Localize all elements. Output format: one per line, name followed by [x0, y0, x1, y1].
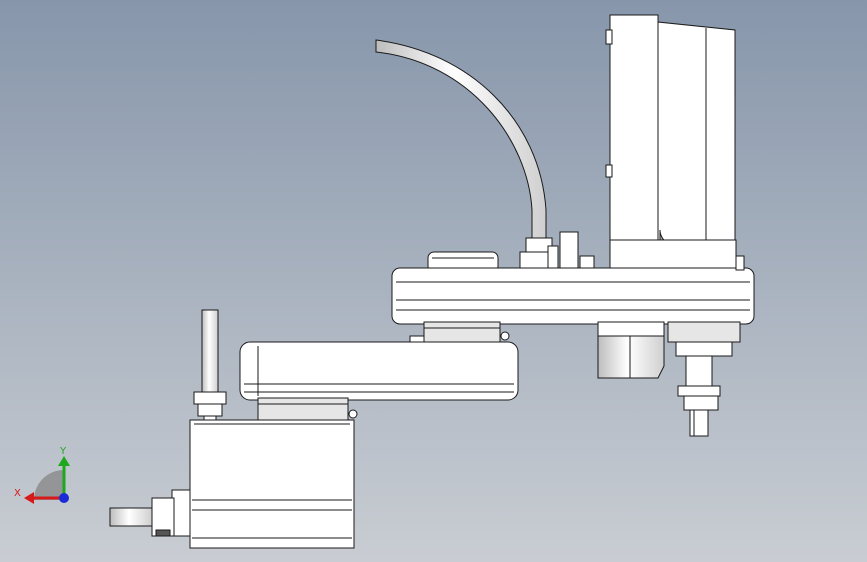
cad-viewport[interactable]: Y X — [0, 0, 867, 562]
axis-triad: Y X — [14, 446, 70, 504]
spline-shaft — [667, 321, 741, 437]
y-axis-label: Y — [59, 446, 67, 457]
scara-robot-model[interactable]: Y X — [0, 0, 867, 562]
cable-hose — [375, 39, 557, 269]
base-connector — [109, 489, 191, 537]
connector-block — [547, 231, 595, 269]
arm-link-2 — [239, 341, 519, 401]
joint-shoulder — [257, 397, 358, 421]
motor-lower — [597, 321, 665, 379]
motor-cover — [605, 14, 737, 271]
robot-base — [189, 419, 355, 549]
cable-post — [193, 309, 227, 425]
x-axis-label: X — [14, 488, 21, 499]
